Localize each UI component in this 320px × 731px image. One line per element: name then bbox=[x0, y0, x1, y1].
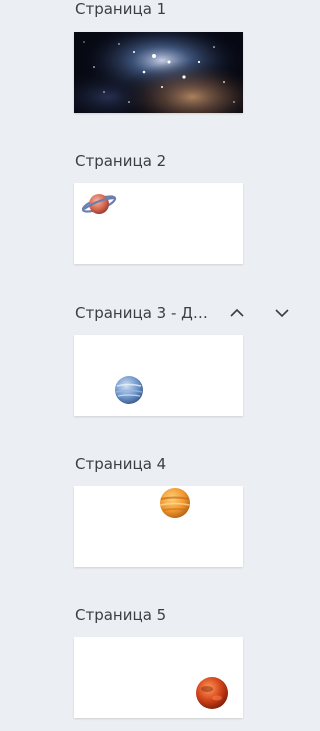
page-thumbnail[interactable] bbox=[74, 183, 243, 264]
orange-planet-image bbox=[160, 488, 190, 518]
move-page-up-button[interactable] bbox=[226, 302, 248, 324]
page-label: Страница 4 bbox=[75, 455, 167, 473]
page-label: Страница 1 bbox=[75, 0, 167, 18]
chevron-up-icon bbox=[230, 308, 244, 317]
page-label: Страница 2 bbox=[75, 152, 167, 170]
ringed-planet-image bbox=[81, 194, 117, 214]
move-page-down-button[interactable] bbox=[271, 302, 293, 324]
page-thumbnail[interactable] bbox=[74, 637, 243, 718]
page-thumbnail[interactable] bbox=[74, 335, 243, 416]
blue-planet-image bbox=[115, 376, 143, 404]
red-planet-image bbox=[196, 677, 228, 709]
galaxy-nebula-image bbox=[74, 32, 243, 113]
chevron-down-icon bbox=[275, 309, 289, 318]
page-label: Страница 3 - Дубликат bbox=[75, 304, 210, 322]
page-thumbnail[interactable] bbox=[74, 486, 243, 567]
page-label: Страница 5 bbox=[75, 606, 167, 624]
page-thumbnail[interactable] bbox=[74, 32, 243, 113]
